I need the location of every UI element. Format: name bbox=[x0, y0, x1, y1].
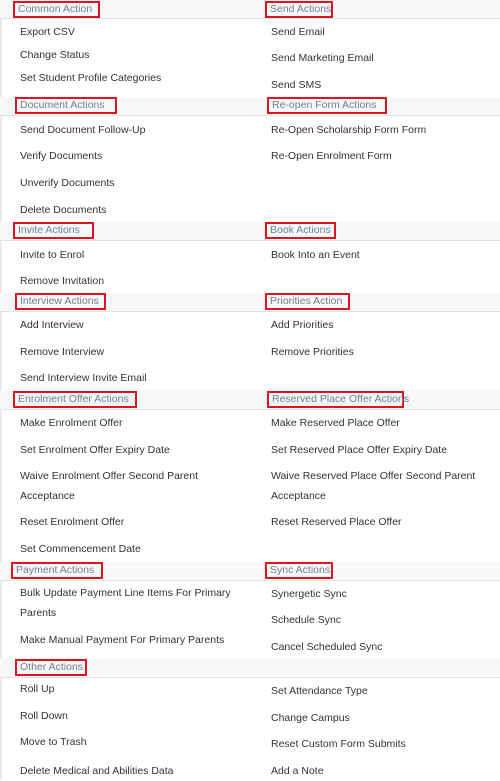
action-reset-custom-form-submits[interactable]: Reset Custom Form Submits bbox=[271, 734, 406, 754]
action-change-status[interactable]: Change Status bbox=[20, 45, 89, 65]
action-add-priorities[interactable]: Add Priorities bbox=[271, 315, 333, 335]
action-invite-to-enrol[interactable]: Invite to Enrol bbox=[20, 245, 84, 265]
action-remove-interview[interactable]: Remove Interview bbox=[20, 342, 104, 362]
action-waive-enrolment-offer-second-parent[interactable]: Waive Enrolment Offer Second Parent Acce… bbox=[20, 467, 220, 506]
section-header-invite-actions: Invite Actions bbox=[13, 222, 94, 239]
section-header-common-action: Common Action bbox=[13, 1, 100, 18]
action-make-manual-payment[interactable]: Make Manual Payment For Primary Parents bbox=[20, 630, 224, 650]
action-make-enrolment-offer[interactable]: Make Enrolment Offer bbox=[20, 413, 123, 433]
action-set-student-profile-categories[interactable]: Set Student Profile Categories bbox=[20, 68, 161, 88]
section-header-interview-actions: Interview Actions bbox=[15, 293, 106, 310]
action-add-a-note[interactable]: Add a Note bbox=[271, 761, 324, 781]
section-header-book-actions: Book Actions bbox=[265, 222, 336, 239]
action-export-csv[interactable]: Export CSV bbox=[20, 22, 75, 42]
action-set-reserved-place-offer-expiry-date[interactable]: Set Reserved Place Offer Expiry Date bbox=[271, 440, 447, 460]
action-send-document-follow-up[interactable]: Send Document Follow-Up bbox=[20, 120, 145, 140]
action-change-campus[interactable]: Change Campus bbox=[271, 708, 350, 728]
section-header-send-actions: Send Actions bbox=[265, 1, 333, 18]
action-cancel-scheduled-sync[interactable]: Cancel Scheduled Sync bbox=[271, 637, 383, 657]
action-make-reserved-place-offer[interactable]: Make Reserved Place Offer bbox=[271, 413, 400, 433]
action-unverify-documents[interactable]: Unverify Documents bbox=[20, 173, 115, 193]
action-send-interview-invite-email[interactable]: Send Interview Invite Email bbox=[20, 368, 147, 388]
action-set-enrolment-offer-expiry-date[interactable]: Set Enrolment Offer Expiry Date bbox=[20, 440, 170, 460]
section-header-other-actions: Other Actions bbox=[15, 659, 87, 676]
section-header-reserved-place-offer-actions: Reserved Place Offer Actions bbox=[267, 391, 409, 408]
action-send-marketing-email[interactable]: Send Marketing Email bbox=[271, 48, 374, 68]
action-remove-priorities[interactable]: Remove Priorities bbox=[271, 342, 354, 362]
action-roll-down[interactable]: Roll Down bbox=[20, 706, 68, 726]
action-schedule-sync[interactable]: Schedule Sync bbox=[271, 610, 341, 630]
action-book-into-an-event[interactable]: Book Into an Event bbox=[271, 245, 360, 265]
action-set-commencement-date[interactable]: Set Commencement Date bbox=[20, 539, 141, 559]
section-header-priorities-action: Priorities Action bbox=[265, 293, 350, 310]
action-synergetic-sync[interactable]: Synergetic Sync bbox=[271, 584, 347, 604]
action-reset-enrolment-offer[interactable]: Reset Enrolment Offer bbox=[20, 512, 124, 532]
action-waive-reserved-place-offer-second-parent[interactable]: Waive Reserved Place Offer Second Parent… bbox=[271, 467, 481, 506]
action-remove-invitation[interactable]: Remove Invitation bbox=[20, 271, 104, 291]
action-delete-medical-and-abilities-data[interactable]: Delete Medical and Abilities Data bbox=[20, 761, 174, 781]
action-reset-reserved-place-offer[interactable]: Reset Reserved Place Offer bbox=[271, 512, 402, 532]
action-set-attendance-type[interactable]: Set Attendance Type bbox=[271, 681, 368, 701]
action-send-email[interactable]: Send Email bbox=[271, 22, 325, 42]
section-header-reopen-form-actions: Re-open Form Actions bbox=[267, 97, 387, 114]
section-header-sync-actions: Sync Actions bbox=[265, 562, 333, 579]
section-header-enrolment-offer-actions: Enrolment Offer Actions bbox=[13, 391, 137, 408]
action-reopen-enrolment-form[interactable]: Re-Open Enrolment Form bbox=[271, 146, 392, 166]
section-header-payment-actions: Payment Actions bbox=[11, 562, 103, 579]
action-roll-up[interactable]: Roll Up bbox=[20, 679, 54, 699]
action-bulk-update-payment-line-items[interactable]: Bulk Update Payment Line Items For Prima… bbox=[20, 584, 235, 623]
action-move-to-trash[interactable]: Move to Trash bbox=[20, 732, 87, 752]
action-add-interview[interactable]: Add Interview bbox=[20, 315, 84, 335]
action-verify-documents[interactable]: Verify Documents bbox=[20, 146, 102, 166]
action-delete-documents[interactable]: Delete Documents bbox=[20, 200, 106, 220]
section-header-document-actions: Document Actions bbox=[15, 97, 117, 114]
action-reopen-scholarship-form[interactable]: Re-Open Scholarship Form Form bbox=[271, 120, 426, 140]
action-send-sms[interactable]: Send SMS bbox=[271, 75, 321, 95]
